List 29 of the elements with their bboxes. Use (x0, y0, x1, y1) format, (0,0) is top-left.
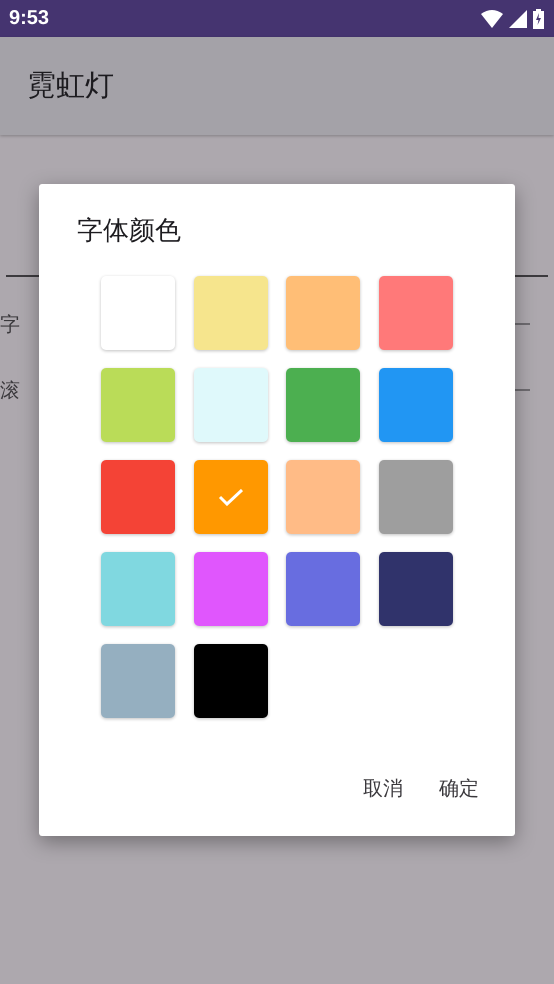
dialog-button[interactable]: 取消 (353, 767, 413, 810)
dialog-button[interactable]: 确定 (429, 767, 489, 810)
color-swatch[interactable] (378, 552, 452, 626)
color-swatch[interactable] (194, 644, 268, 718)
color-swatch[interactable] (286, 460, 360, 534)
color-swatch[interactable] (101, 276, 175, 350)
color-swatch[interactable] (101, 368, 175, 442)
wifi-icon (481, 10, 503, 28)
color-swatch[interactable] (378, 460, 452, 534)
color-swatch[interactable] (194, 368, 268, 442)
color-swatch[interactable] (378, 368, 452, 442)
color-swatch[interactable] (101, 552, 175, 626)
color-swatch[interactable] (378, 276, 452, 350)
color-swatch[interactable] (194, 460, 268, 534)
color-swatch[interactable] (286, 368, 360, 442)
app-title: 霓虹灯 (27, 67, 114, 104)
form-label: 字 (0, 310, 20, 338)
signal-icon (509, 10, 527, 28)
status-time: 9:53 (9, 7, 50, 30)
form-label: 滚 (0, 376, 20, 404)
battery-icon (533, 8, 544, 28)
color-swatch[interactable] (286, 276, 360, 350)
color-swatch[interactable] (101, 644, 175, 718)
dialog-title: 字体颜色 (77, 215, 181, 248)
color-swatch[interactable] (194, 276, 268, 350)
color-swatch[interactable] (194, 552, 268, 626)
color-swatch[interactable] (101, 460, 175, 534)
check-icon (218, 487, 244, 507)
color-swatch[interactable] (286, 552, 360, 626)
